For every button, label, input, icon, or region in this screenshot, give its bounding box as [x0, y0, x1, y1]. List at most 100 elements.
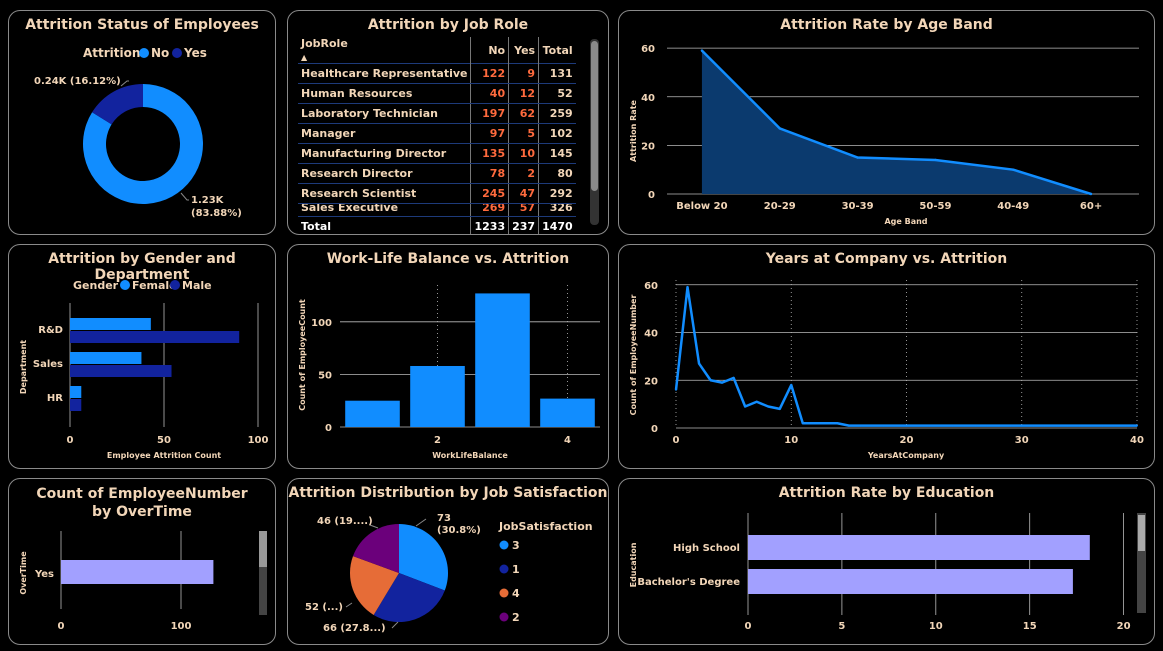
- table-row[interactable]: Research Director 78 2 80: [298, 163, 576, 184]
- leader-line: [391, 621, 399, 629]
- col-header-no[interactable]: No: [470, 37, 509, 64]
- x-axis-label: Employee Attrition Count: [107, 451, 221, 460]
- bar-male: [70, 331, 240, 343]
- leader-line: [345, 602, 353, 608]
- total-cell-no: 1233: [470, 216, 509, 234]
- legend-marker: [499, 564, 509, 574]
- sort-asc-icon[interactable]: ▲: [301, 53, 307, 62]
- y-axis-label: OverTime: [19, 551, 28, 595]
- cell-role: Laboratory Technician: [298, 103, 471, 124]
- card-education: Attrition Rate by Education Education 05…: [618, 478, 1155, 645]
- legend-label[interactable]: 3: [512, 539, 520, 552]
- legend-male-label[interactable]: Male: [182, 279, 212, 292]
- age-band-chart: Attrition Rate Age Band 0 20 40 60 Below 20 2…: [629, 44, 1139, 226]
- data-point: [1089, 424, 1092, 427]
- data-point: [1009, 424, 1012, 427]
- card-job-satisfaction: Attrition Distribution by Job Satisfacti…: [287, 478, 609, 645]
- cell-no: 97: [470, 123, 509, 144]
- x-axis-label: YearsAtCompany: [867, 451, 945, 460]
- data-point: [1055, 424, 1058, 427]
- cell-role: Sales Executive: [298, 203, 471, 217]
- data-point: [928, 424, 931, 427]
- table-row[interactable]: Manager 97 5 102: [298, 123, 576, 144]
- y-tick-label: Bachelor's Degree: [637, 577, 740, 588]
- data-point: [1032, 424, 1035, 427]
- bar-female: [70, 352, 142, 364]
- overtime-chart: OverTime 0 100 Yes: [19, 531, 214, 632]
- table-scrollbar[interactable]: [590, 39, 599, 225]
- col-header-jobrole[interactable]: JobRole ▲: [298, 37, 471, 64]
- bar: [540, 398, 595, 427]
- donut-slices[interactable]: [82, 84, 203, 204]
- table-row[interactable]: Laboratory Technician 197 62 259: [298, 103, 576, 124]
- table-row[interactable]: Sales Executive 269 57 326: [298, 203, 576, 217]
- cell-yes: 12: [508, 83, 539, 104]
- y-tick-label: Yes: [34, 569, 54, 580]
- legend-label[interactable]: 4: [512, 587, 520, 600]
- cell-role: Healthcare Representative: [298, 63, 471, 84]
- col-header-yes[interactable]: Yes: [508, 37, 539, 64]
- data-point: [1124, 424, 1127, 427]
- data-point: [732, 376, 735, 379]
- y-tick-label: R&D: [38, 325, 63, 336]
- cell-role: Research Scientist: [298, 183, 471, 204]
- table-row[interactable]: Research Scientist 245 47 292: [298, 183, 576, 204]
- data-point: [767, 405, 770, 408]
- data-point: [824, 422, 827, 425]
- data-point: [1078, 424, 1081, 427]
- col-header-total[interactable]: Total: [538, 37, 576, 64]
- data-point: [1066, 424, 1069, 427]
- x-tick-label: 60+: [1080, 201, 1102, 212]
- x-tick-label: 15: [1023, 621, 1037, 632]
- legend-yes-label[interactable]: Yes: [183, 46, 207, 60]
- cell-total: 259: [538, 103, 576, 124]
- overtime-scrollbar[interactable]: [259, 531, 267, 615]
- area-fill: [701, 50, 1092, 195]
- y-axis-label: Count of EmployeeNumber: [629, 295, 638, 416]
- data-point: [917, 424, 920, 427]
- data-point: [859, 424, 862, 427]
- legend-label[interactable]: 1: [512, 563, 520, 576]
- cell-no: 40: [470, 83, 509, 104]
- x-tick-label: 2: [434, 435, 441, 446]
- scrollbar-thumb[interactable]: [1138, 515, 1145, 551]
- y-tick-label: 40: [641, 93, 655, 104]
- y-tick-label: 0: [648, 190, 655, 201]
- data-point: [744, 405, 747, 408]
- card-overtime: Count of EmployeeNumber by OverTime Over…: [8, 478, 276, 645]
- legend-label[interactable]: 2: [512, 611, 520, 624]
- scrollbar-thumb[interactable]: [591, 41, 598, 191]
- education-scrollbar[interactable]: [1137, 513, 1146, 613]
- total-cell-total: 1470: [538, 216, 576, 234]
- cell-role: Research Director: [298, 163, 471, 184]
- bar-female: [70, 386, 82, 398]
- data-point: [675, 388, 677, 391]
- legend-no-label[interactable]: No: [151, 46, 169, 60]
- data-point: [951, 424, 954, 427]
- table-row[interactable]: Manufacturing Director 135 10 145: [298, 143, 576, 164]
- table-total-row: Total 1233 237 1470: [298, 216, 576, 234]
- table-row[interactable]: Healthcare Representative 122 9 131: [298, 63, 576, 84]
- legend-no-marker: [139, 48, 149, 58]
- leader-line: [415, 518, 427, 527]
- y-axis-label: Count of EmployeeCount: [298, 299, 307, 411]
- card-work-life: Work-Life Balance vs. Attrition Count of…: [287, 244, 609, 469]
- cell-yes: 57: [508, 203, 539, 217]
- scrollbar-thumb[interactable]: [259, 531, 267, 567]
- legend-female-label[interactable]: Female: [132, 279, 177, 292]
- cell-yes: 5: [508, 123, 539, 144]
- card-age-band: Attrition Rate by Age Band Attrition Rat…: [618, 10, 1155, 235]
- data-point: [963, 424, 966, 427]
- x-tick-label: 10: [784, 435, 798, 446]
- y-tick-label: 0: [325, 423, 332, 434]
- x-tick-label: 20: [900, 435, 914, 446]
- data-point: [997, 424, 1000, 427]
- cell-total: 80: [538, 163, 576, 184]
- y-tick-label: 0: [651, 424, 658, 435]
- table-row[interactable]: Human Resources 40 12 52: [298, 83, 576, 104]
- x-tick-label: 100: [248, 435, 269, 446]
- y-tick-label: 50: [318, 370, 332, 381]
- y-axis-label: Attrition Rate: [629, 99, 638, 161]
- data-point: [974, 424, 977, 427]
- legend-marker: [499, 612, 509, 622]
